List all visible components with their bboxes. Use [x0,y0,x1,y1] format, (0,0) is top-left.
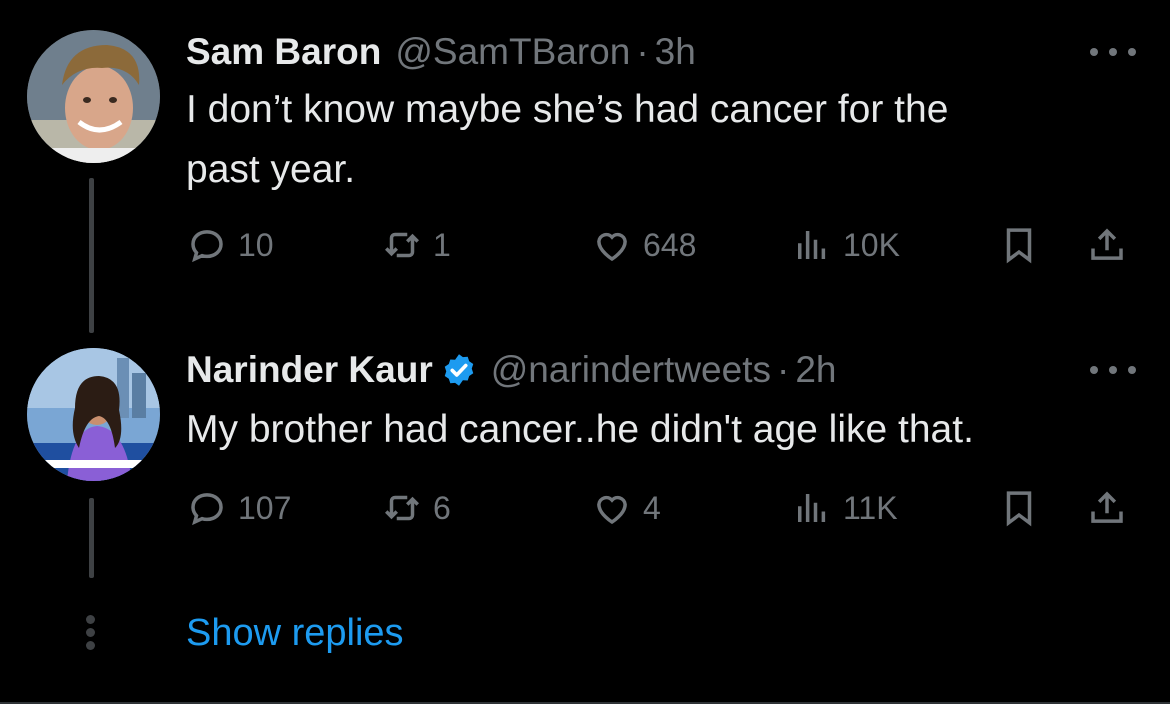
bookmark-button[interactable] [998,483,1040,533]
retweet-count: 6 [433,489,451,526]
like-count: 4 [643,489,661,526]
retweet-icon [385,495,419,521]
tweet-text-line: My brother had cancer..he didn't age lik… [186,408,974,451]
reply-button[interactable]: 10 [186,220,274,270]
retweet-count: 1 [433,226,451,263]
avatar-narinder-kaur[interactable] [27,348,160,481]
separator-dot: · [776,349,790,390]
like-icon [597,232,627,262]
reply-count: 10 [238,226,274,263]
verified-badge-icon[interactable] [441,352,477,388]
display-name[interactable]: Narinder Kaur [186,349,433,391]
avatar-sam-baron[interactable] [27,30,160,163]
tweet-header: Narinder Kaur @narindertweets · 2h [186,340,836,400]
tweet-header: Sam Baron @SamTBaron · 3h [186,22,696,82]
reply-icon [191,493,223,526]
like-button[interactable]: 648 [591,220,696,270]
share-button[interactable] [1086,483,1128,533]
thread-connector [89,498,94,578]
tweet-text-line: I don’t know maybe she’s had cancer for … [186,88,949,131]
like-icon [597,495,627,525]
bookmark-icon [1006,491,1032,527]
views-button[interactable]: 11K [791,483,898,533]
thread-connector [89,178,94,333]
retweet-button[interactable]: 6 [381,483,451,533]
reply-icon [191,230,223,263]
user-handle[interactable]: @SamTBaron [395,31,630,73]
views-count: 10K [843,226,900,263]
reply-button[interactable]: 107 [186,483,291,533]
display-name[interactable]: Sam Baron [186,31,381,73]
like-button[interactable]: 4 [591,483,661,533]
show-replies-link[interactable]: Show replies [186,612,404,655]
retweet-icon [385,232,419,258]
more-icon[interactable] [1090,360,1136,380]
tweet-text-line: past year. [186,148,356,191]
bookmark-icon [1006,228,1032,264]
timestamp[interactable]: 2h [795,349,836,391]
tweet-1[interactable]: Sam Baron @SamTBaron · 3h I don’t know m… [0,30,1170,333]
views-icon [798,231,826,259]
thread-continuation-dots [86,615,96,654]
separator-dot: · [636,31,649,72]
share-icon [1091,228,1123,260]
reply-count: 107 [238,489,292,526]
more-icon[interactable] [1090,42,1136,62]
user-handle[interactable]: @narindertweets [491,349,771,391]
like-count: 648 [643,226,697,263]
action-bar: 10 1 648 10K [186,220,1146,270]
tweet-text: I don’t know maybe she’s had cancer for … [186,80,1116,200]
timestamp[interactable]: 3h [655,31,696,73]
tweet-text: My brother had cancer..he didn't age lik… [186,400,1116,460]
tweet-2[interactable]: Narinder Kaur @narindertweets · 2h My br… [0,348,1170,608]
action-bar: 107 6 4 11K [186,483,1146,533]
retweet-button[interactable]: 1 [381,220,451,270]
bookmark-button[interactable] [998,220,1040,270]
views-icon [798,494,826,522]
share-icon [1091,491,1123,523]
share-button[interactable] [1086,220,1128,270]
views-count: 11K [843,489,898,526]
views-button[interactable]: 10K [791,220,900,270]
